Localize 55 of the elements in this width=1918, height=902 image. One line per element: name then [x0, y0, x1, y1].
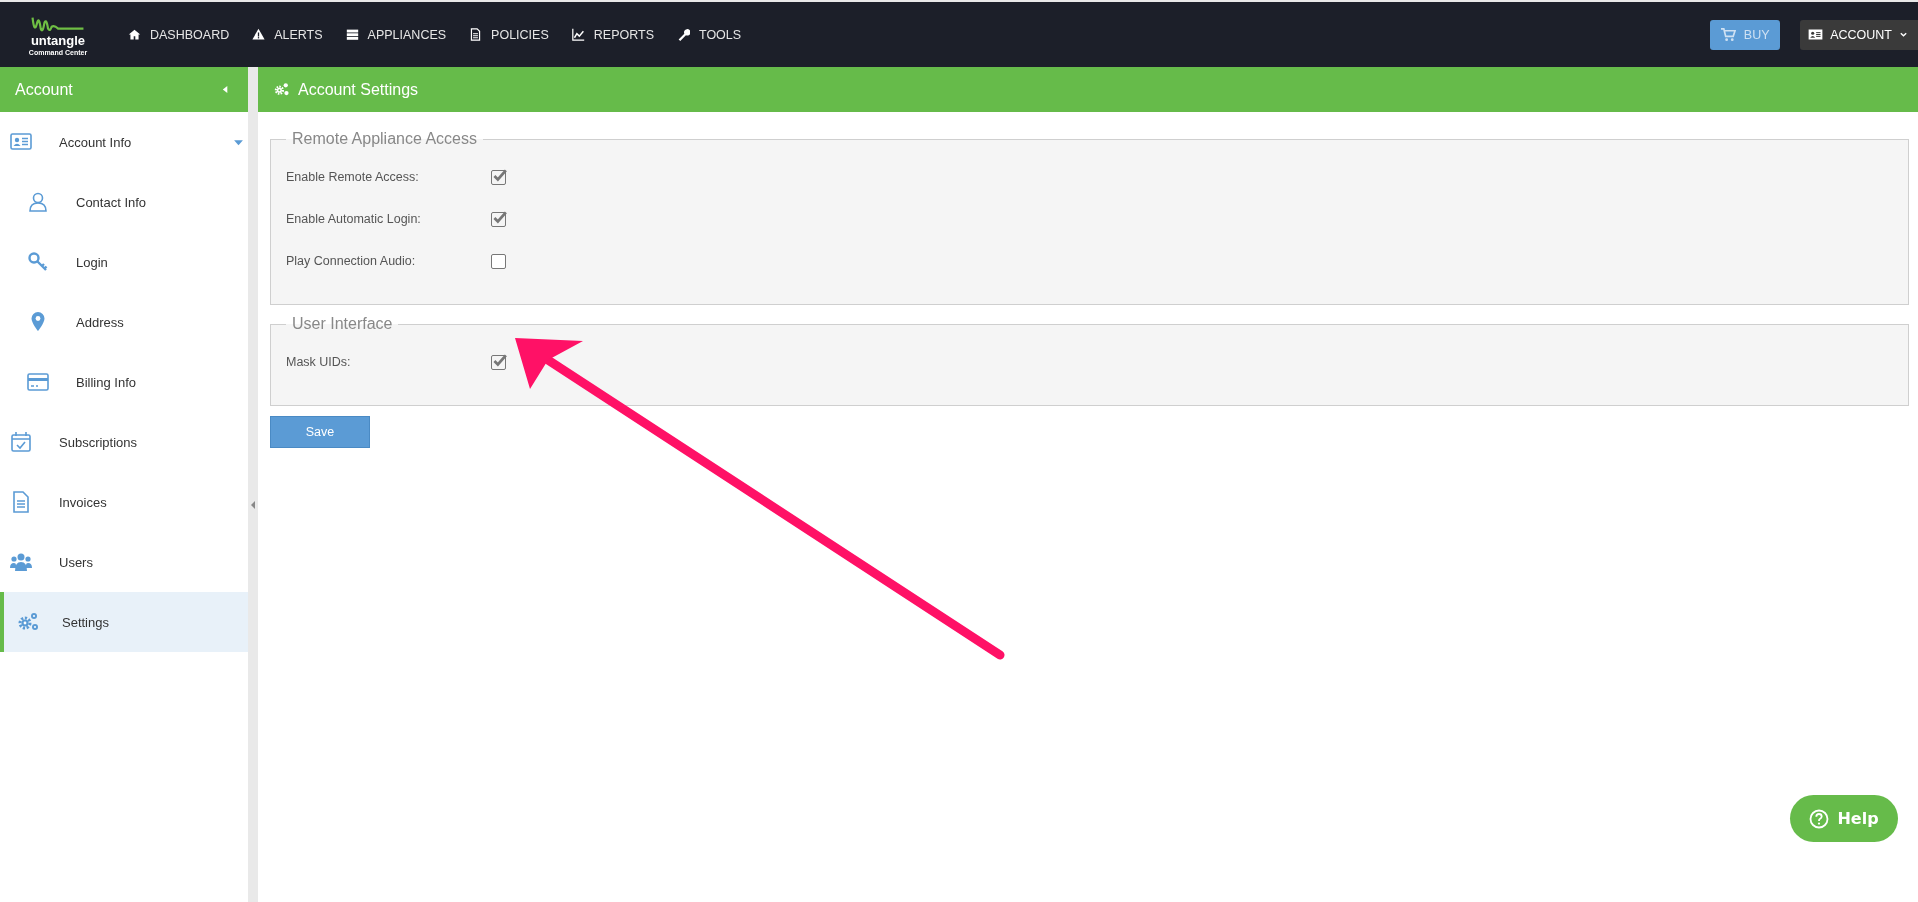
sidebar-item-label: Users: [59, 554, 93, 570]
sidebar-item[interactable]: Subscriptions: [0, 412, 248, 472]
sidebar-item[interactable]: Account Info: [0, 112, 248, 172]
sidebar-subitem[interactable]: Address: [0, 292, 248, 352]
sidebar-item-label: Contact Info: [76, 194, 147, 210]
field-label: Mask UIDs:: [286, 355, 352, 369]
document-icon: [469, 28, 483, 41]
sidebar-item-label: Invoices: [59, 494, 107, 510]
sidebar-item[interactable]: Settings: [0, 592, 248, 652]
panel-legend: Remote Appliance Access: [286, 130, 483, 148]
server-icon: [345, 28, 359, 41]
nav-link[interactable]: REPORTS: [571, 27, 654, 42]
collapse-icon[interactable]: [221, 85, 230, 94]
sidebar-subitem[interactable]: Contact Info: [0, 172, 248, 232]
sidebar-title: Account: [15, 80, 73, 99]
credit-card-icon: [26, 370, 50, 394]
gears-icon: [273, 81, 290, 98]
checkbox[interactable]: [491, 169, 506, 185]
sidebar-subitem[interactable]: Login: [0, 232, 248, 292]
splitter-handle[interactable]: [248, 67, 258, 902]
logo-text: untangle: [30, 33, 86, 47]
calendar-icon: [9, 430, 33, 454]
sidebar-item-label: Login: [76, 254, 108, 270]
chart-icon: [571, 28, 585, 41]
person-icon: [26, 190, 50, 214]
cart-icon: [1720, 27, 1736, 42]
sidebar-item-label: Address: [76, 314, 124, 330]
field-label: Enable Remote Access:: [286, 170, 420, 184]
field-label: Play Connection Audio:: [286, 254, 417, 268]
sidebar-subitem[interactable]: Billing Info: [0, 352, 248, 412]
account-menu-button[interactable]: ACCOUNT: [1800, 19, 1918, 50]
home-icon: [128, 28, 141, 41]
sidebar-item-label: Subscriptions: [59, 434, 138, 450]
sidebar-item-label: Account Info: [59, 134, 132, 150]
field-label: Enable Automatic Login:: [286, 212, 422, 226]
nav-link[interactable]: DASHBOARD: [128, 27, 230, 42]
wrench-icon: [677, 28, 690, 41]
nav-link[interactable]: ALERTS: [252, 27, 323, 42]
checkbox[interactable]: [491, 354, 506, 370]
checkbox[interactable]: [491, 253, 506, 269]
question-icon: [1809, 808, 1830, 829]
warning-icon: [252, 28, 266, 41]
sidebar-item[interactable]: Users: [0, 532, 248, 592]
nav-link[interactable]: APPLIANCES: [345, 27, 447, 42]
nav-link[interactable]: POLICIES: [469, 27, 549, 42]
sidebar-item-label: Settings: [62, 614, 109, 630]
sidebar-item[interactable]: Invoices: [0, 472, 248, 532]
id-card-icon: [1808, 27, 1824, 42]
page-title: Account Settings: [298, 80, 419, 99]
nav-link[interactable]: TOOLS: [677, 27, 742, 42]
panel-legend: User Interface: [286, 315, 399, 333]
collapse-arrow-icon: [250, 499, 256, 510]
chevron-down-icon: [1899, 30, 1908, 39]
checkbox[interactable]: [491, 211, 506, 227]
sidebar-item-label: Billing Info: [76, 374, 136, 390]
